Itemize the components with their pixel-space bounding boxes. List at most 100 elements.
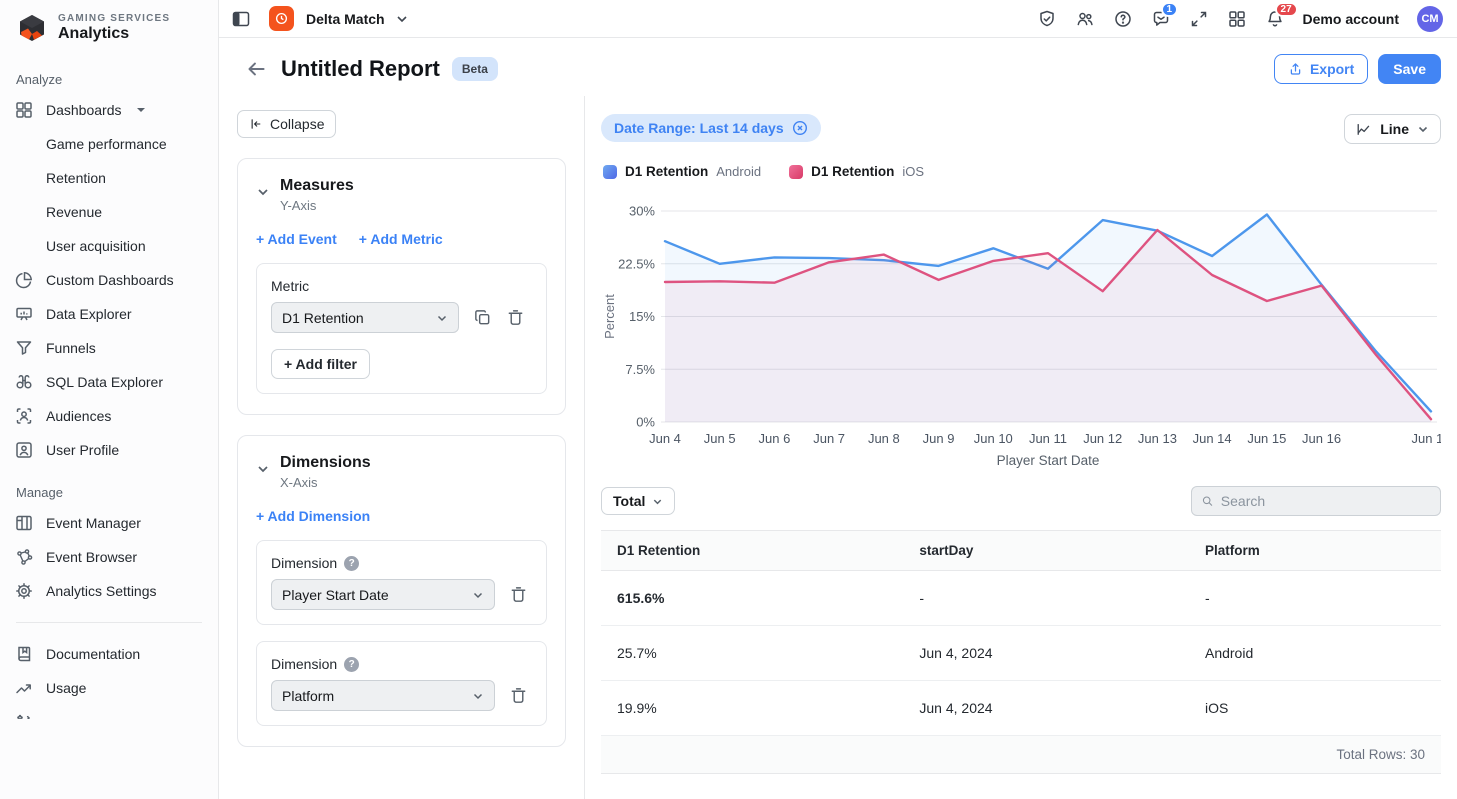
sidebar: GAMING SERVICES Analytics Analyze Dashbo… — [0, 0, 219, 799]
svg-text:30%: 30% — [629, 204, 655, 219]
shield-check-icon[interactable] — [1037, 9, 1057, 29]
column-header[interactable]: startDay — [903, 531, 1189, 571]
search-box[interactable] — [1191, 486, 1441, 516]
save-button[interactable]: Save — [1378, 54, 1441, 84]
svg-text:Jun 18: Jun 18 — [1411, 431, 1441, 446]
add-dimension-link[interactable]: + Add Dimension — [256, 508, 370, 524]
visualization-panel: Date Range: Last 14 days Line — [585, 96, 1457, 799]
export-button[interactable]: Export — [1274, 54, 1368, 84]
users-icon[interactable] — [1075, 9, 1095, 29]
dimension-select-2[interactable]: Platform — [271, 680, 495, 711]
user-card-icon — [14, 440, 34, 460]
dimension-select-1[interactable]: Player Start Date — [271, 579, 495, 610]
chart-type-dropdown[interactable]: Line — [1344, 114, 1441, 144]
chevron-down-icon — [652, 496, 663, 507]
chevron-down-icon — [136, 105, 146, 115]
chevron-down-icon — [472, 589, 484, 601]
search-icon — [1201, 494, 1214, 508]
sidebar-item-event-browser[interactable]: Event Browser — [0, 540, 218, 574]
trend-up-icon — [14, 678, 34, 698]
apps-grid-icon[interactable] — [1227, 9, 1247, 29]
add-filter-button[interactable]: + Add filter — [271, 349, 370, 379]
measures-card: Measures Y-Axis + Add Event + Add Metric… — [237, 158, 566, 415]
search-input[interactable] — [1221, 493, 1431, 509]
table-row[interactable]: 25.7% Jun 4, 2024 Android — [601, 626, 1441, 681]
funnel-icon — [14, 338, 34, 358]
results-table: D1 Retention startDay Platform 615.6% - … — [601, 530, 1441, 736]
dimensions-title: Dimensions — [280, 454, 371, 472]
panel-toggle-icon[interactable] — [231, 9, 251, 29]
legend-item-android[interactable]: D1 Retention Android — [603, 164, 761, 179]
collapse-section-chevron-icon[interactable] — [256, 462, 270, 476]
back-arrow-icon[interactable] — [243, 56, 269, 82]
sidebar-item-game-performance[interactable]: Game performance — [0, 127, 218, 161]
add-event-link[interactable]: + Add Event — [256, 231, 337, 247]
chevron-down-icon — [436, 312, 448, 324]
gear-icon — [14, 581, 34, 601]
sidebar-item-retention[interactable]: Retention — [0, 161, 218, 195]
delta-match-app-icon[interactable] — [269, 6, 294, 31]
audience-icon — [14, 406, 34, 426]
binoculars-icon — [14, 372, 34, 392]
sidebar-divider — [16, 622, 202, 623]
sidebar-item-user-acquisition[interactable]: User acquisition — [0, 229, 218, 263]
collapse-button[interactable]: Collapse — [237, 110, 336, 138]
sidebar-item-partial[interactable] — [0, 705, 218, 719]
app-switch-chevron-icon[interactable] — [395, 12, 409, 26]
sidebar-item-sql-data-explorer[interactable]: SQL Data Explorer — [0, 365, 218, 399]
legend-item-ios[interactable]: D1 Retention iOS — [789, 164, 924, 179]
chevron-down-icon — [472, 690, 484, 702]
metric-card: Metric D1 Retention — [256, 263, 547, 394]
add-metric-link[interactable]: + Add Metric — [359, 231, 443, 247]
table-row[interactable]: 615.6% - - — [601, 571, 1441, 626]
svg-text:Jun 15: Jun 15 — [1247, 431, 1286, 446]
graph-nodes-icon — [14, 547, 34, 567]
svg-text:Jun 14: Jun 14 — [1193, 431, 1232, 446]
sidebar-item-usage[interactable]: Usage — [0, 671, 218, 705]
svg-text:Jun 5: Jun 5 — [704, 431, 736, 446]
line-chart[interactable]: 0%7.5%15%22.5%30%PercentJun 4Jun 5Jun 6J… — [601, 185, 1441, 478]
sidebar-item-custom-dashboards[interactable]: Custom Dashboards — [0, 263, 218, 297]
section-label-analyze: Analyze — [0, 54, 218, 93]
delete-icon[interactable] — [506, 308, 525, 327]
svg-text:Jun 12: Jun 12 — [1083, 431, 1122, 446]
delete-icon[interactable] — [509, 585, 528, 604]
help-icon[interactable]: ? — [344, 556, 359, 571]
fullscreen-icon[interactable] — [1189, 9, 1209, 29]
duplicate-icon[interactable] — [473, 308, 492, 327]
topbar: Delta Match 1 — [219, 0, 1457, 38]
sidebar-item-event-manager[interactable]: Event Manager — [0, 506, 218, 540]
sidebar-item-documentation[interactable]: Documentation — [0, 637, 218, 671]
help-icon[interactable]: ? — [344, 657, 359, 672]
app-root: GAMING SERVICES Analytics Analyze Dashbo… — [0, 0, 1457, 799]
remove-filter-icon[interactable] — [792, 120, 808, 136]
chat-icon[interactable]: 1 — [1151, 9, 1171, 29]
total-dropdown[interactable]: Total — [601, 487, 675, 515]
delete-icon[interactable] — [509, 686, 528, 705]
sidebar-item-funnels[interactable]: Funnels — [0, 331, 218, 365]
help-icon[interactable] — [1113, 9, 1133, 29]
dimension-label: Dimension — [271, 555, 337, 571]
avatar[interactable]: CM — [1417, 6, 1443, 32]
bell-icon[interactable]: 27 — [1265, 9, 1285, 29]
sidebar-item-revenue[interactable]: Revenue — [0, 195, 218, 229]
sidebar-item-analytics-settings[interactable]: Analytics Settings — [0, 574, 218, 608]
sidebar-item-data-explorer[interactable]: Data Explorer — [0, 297, 218, 331]
date-range-chip[interactable]: Date Range: Last 14 days — [601, 114, 821, 142]
android-series-swatch — [603, 165, 617, 179]
sidebar-item-user-profile[interactable]: User Profile — [0, 433, 218, 467]
table-row[interactable]: 19.9% Jun 4, 2024 iOS — [601, 681, 1441, 736]
dimension-card-2: Dimension ? Platform — [256, 641, 547, 726]
column-header[interactable]: Platform — [1189, 531, 1441, 571]
bell-badge: 27 — [1275, 2, 1298, 17]
column-header[interactable]: D1 Retention — [601, 531, 903, 571]
dimensions-card: Dimensions X-Axis + Add Dimension Dimens… — [237, 435, 566, 747]
section-label-manage: Manage — [0, 467, 218, 506]
sidebar-item-dashboards[interactable]: Dashboards — [0, 93, 218, 127]
svg-text:Jun 8: Jun 8 — [868, 431, 900, 446]
collapse-section-chevron-icon[interactable] — [256, 185, 270, 199]
metric-select[interactable]: D1 Retention — [271, 302, 459, 333]
sidebar-item-audiences[interactable]: Audiences — [0, 399, 218, 433]
account-name[interactable]: Demo account — [1303, 11, 1399, 27]
main-column: Delta Match 1 — [219, 0, 1457, 799]
